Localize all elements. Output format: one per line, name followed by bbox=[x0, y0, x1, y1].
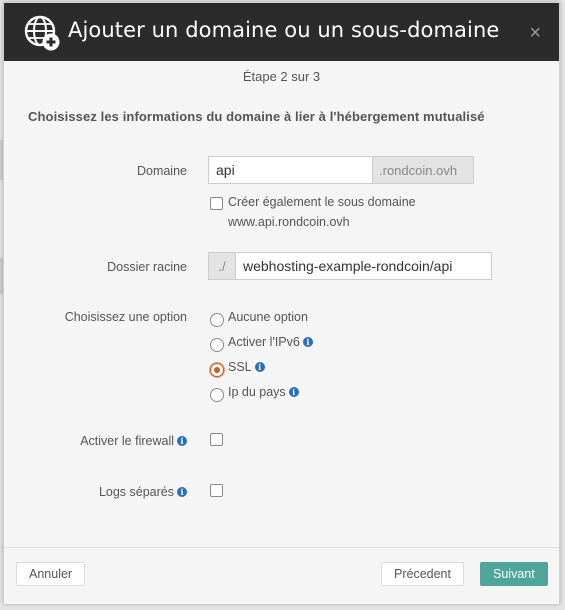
create-www-label: Créer également le sous domaine bbox=[228, 195, 416, 209]
close-icon[interactable]: × bbox=[529, 21, 541, 45]
option-none-label: Aucune option bbox=[228, 310, 308, 324]
dialog-title: Ajouter un domaine ou un sous-domaine bbox=[68, 18, 500, 42]
create-www-checkbox[interactable] bbox=[210, 197, 223, 210]
logs-label-text: Logs séparés bbox=[98, 485, 174, 499]
domain-suffix: .rondcoin.ovh bbox=[372, 156, 474, 184]
root-folder-prefix: ./ bbox=[208, 252, 236, 280]
option-country-ip-label: Ip du pays i bbox=[228, 385, 299, 399]
dialog-header: Ajouter un domaine ou un sous-domaine × bbox=[4, 3, 559, 61]
root-folder-input[interactable]: webhosting-example-rondcoin/api bbox=[235, 252, 492, 280]
www-subdomain-text: www.api.rondcoin.ovh bbox=[228, 215, 350, 229]
option-label: Choisissez une option bbox=[64, 310, 187, 324]
firewall-label-text: Activer le firewall bbox=[80, 434, 174, 448]
option-ssl-text: SSL bbox=[228, 360, 252, 374]
domain-input[interactable]: api bbox=[208, 156, 373, 184]
option-ssl-label: SSL i bbox=[228, 360, 265, 374]
option-none-radio[interactable] bbox=[210, 313, 224, 327]
next-button[interactable]: Suivant bbox=[480, 562, 548, 586]
domain-label: Domaine bbox=[136, 164, 187, 178]
dialog-footer: Annuler Précedent Suivant bbox=[4, 547, 559, 604]
step-indicator: Étape 2 sur 3 bbox=[242, 69, 321, 84]
option-country-ip-text: Ip du pays bbox=[228, 385, 286, 399]
logs-checkbox[interactable] bbox=[210, 484, 223, 497]
option-ssl-radio[interactable] bbox=[210, 363, 224, 377]
cancel-button[interactable]: Annuler bbox=[16, 562, 86, 586]
firewall-label: Activer le firewall i bbox=[80, 434, 187, 448]
info-icon[interactable]: i bbox=[177, 487, 187, 497]
root-folder-label: Dossier racine bbox=[107, 260, 187, 274]
previous-button[interactable]: Précedent bbox=[381, 562, 464, 586]
option-ipv6-label: Activer l'IPv6 i bbox=[228, 335, 313, 349]
option-ipv6-radio[interactable] bbox=[210, 338, 224, 352]
logs-label: Logs séparés i bbox=[99, 485, 187, 499]
info-icon[interactable]: i bbox=[288, 387, 299, 397]
info-icon[interactable]: i bbox=[254, 362, 265, 372]
intro-text: Choisissez les informations du domaine à… bbox=[28, 109, 485, 124]
option-country-ip-radio[interactable] bbox=[210, 388, 224, 402]
globe-plus-icon bbox=[24, 15, 60, 51]
firewall-checkbox[interactable] bbox=[210, 433, 223, 446]
info-icon[interactable]: i bbox=[177, 436, 187, 446]
info-icon[interactable]: i bbox=[302, 337, 313, 347]
add-domain-dialog: Ajouter un domaine ou un sous-domaine × … bbox=[3, 2, 560, 604]
option-ipv6-text: Activer l'IPv6 bbox=[228, 335, 300, 349]
